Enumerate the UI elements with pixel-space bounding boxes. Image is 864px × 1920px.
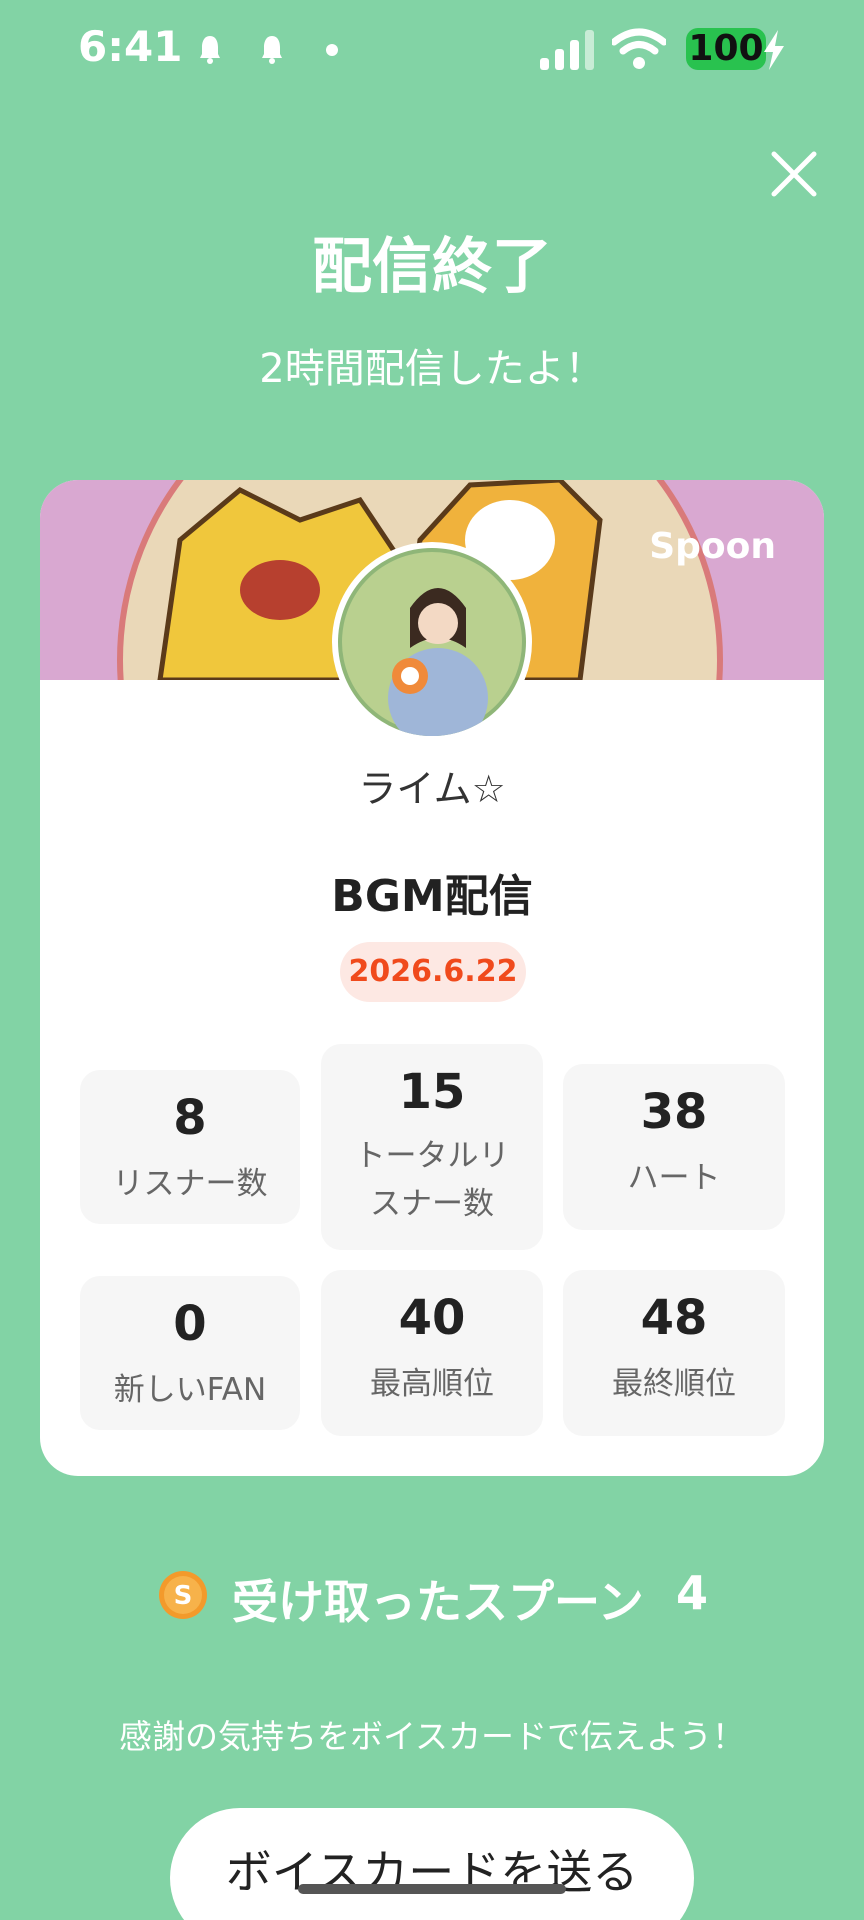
date-badge: 2026.6.22 (340, 942, 526, 1002)
svg-text:S: S (174, 1581, 193, 1611)
thanks-message: 感謝の気持ちをボイスカードで伝えよう！ (118, 1717, 745, 1756)
spoons-count: 4 (676, 1566, 709, 1620)
stat-value: 8 (173, 1090, 207, 1146)
stream-title: BGM配信 (331, 871, 533, 922)
stat-value: 0 (173, 1296, 207, 1352)
close-icon[interactable] (770, 150, 818, 198)
home-indicator (298, 1884, 566, 1894)
status-bar: 6:41 100 (0, 0, 864, 100)
stat-listeners: 8 リスナー数 (80, 1070, 300, 1224)
stat-value: 48 (640, 1290, 708, 1346)
bell-icon (200, 36, 220, 64)
stat-value: 15 (398, 1064, 466, 1120)
spoons-label: 受け取ったスプーン (232, 1575, 644, 1629)
avatar (332, 542, 532, 742)
stat-label: リスナー数 (112, 1166, 268, 1202)
send-voice-card-button[interactable]: ボイスカードを送る (170, 1808, 694, 1920)
stream-end-screen: 6:41 100 配信終了 2時間配信したよ！ Spoon ライム☆ BGM配信… (0, 0, 864, 1920)
username: ライム☆ (358, 767, 506, 811)
stream-summary-card: Spoon ライム☆ BGM配信 2026.6.22 8 リスナー数 15 トー… (40, 480, 824, 1476)
page-title: 配信終了 (312, 232, 552, 302)
stat-value: 38 (640, 1084, 708, 1140)
stat-label: 最終順位 (612, 1366, 736, 1402)
signal-icon (540, 30, 594, 70)
received-spoons: S 受け取ったスプーン 4 (0, 1564, 864, 1629)
spoon-coin-icon: S (159, 1571, 207, 1619)
stat-label: 新しいFAN (113, 1372, 267, 1408)
stat-label: 最高順位 (370, 1366, 494, 1402)
stat-total-listeners: 15 トータルリスナー数 (321, 1044, 543, 1250)
stat-value: 40 (398, 1290, 466, 1346)
charging-bolt-icon (764, 30, 784, 70)
stat-hearts: 38 ハート (563, 1064, 785, 1230)
status-time: 6:41 (78, 22, 183, 71)
stat-label: トータルリスナー数 (354, 1138, 510, 1222)
battery-icon: 100 (686, 28, 766, 70)
page-subtitle: 2時間配信したよ！ (259, 346, 605, 392)
bell-icon (262, 36, 282, 64)
stat-new-fans: 0 新しいFAN (80, 1276, 300, 1430)
notification-dot (326, 44, 338, 56)
stat-final-rank: 48 最終順位 (563, 1270, 785, 1436)
stat-label: ハート (627, 1160, 721, 1196)
spoon-brand-logo: Spoon (649, 526, 776, 567)
stat-highest-rank: 40 最高順位 (321, 1270, 543, 1436)
wifi-icon (612, 28, 666, 69)
